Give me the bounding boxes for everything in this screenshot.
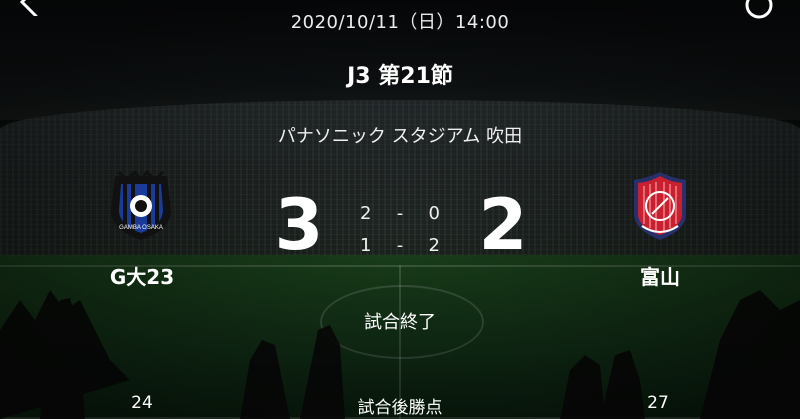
match-datetime: 2020/10/11（日）14:00 — [290, 12, 510, 33]
second-half-score: 1 - 2 — [360, 235, 440, 256]
home-first-half: 2 — [360, 203, 372, 224]
half-separator: - — [396, 203, 404, 224]
gamba-osaka-crest-icon[interactable]: GAMBA OSAKA — [105, 170, 177, 242]
home-score: 3 — [274, 184, 324, 266]
kataller-toyama-crest-icon[interactable] — [624, 170, 696, 242]
stadium-name: パナソニック スタジアム 吹田 — [277, 126, 523, 147]
home-team-name[interactable]: G大23 — [92, 261, 192, 290]
home-second-half: 1 — [360, 235, 372, 256]
half-separator: - — [396, 235, 404, 256]
away-score: 2 — [478, 184, 528, 266]
first-half-score: 2 - 0 — [360, 203, 440, 224]
away-second-half: 2 — [428, 235, 440, 256]
crest-text: GAMBA OSAKA — [119, 225, 163, 231]
away-team-name[interactable]: 富山 — [610, 261, 710, 290]
away-first-half: 0 — [428, 203, 440, 224]
match-status: 試合終了 — [364, 312, 436, 333]
away-points: 27 — [647, 393, 669, 413]
league-round: J3 第21節 — [347, 64, 453, 89]
